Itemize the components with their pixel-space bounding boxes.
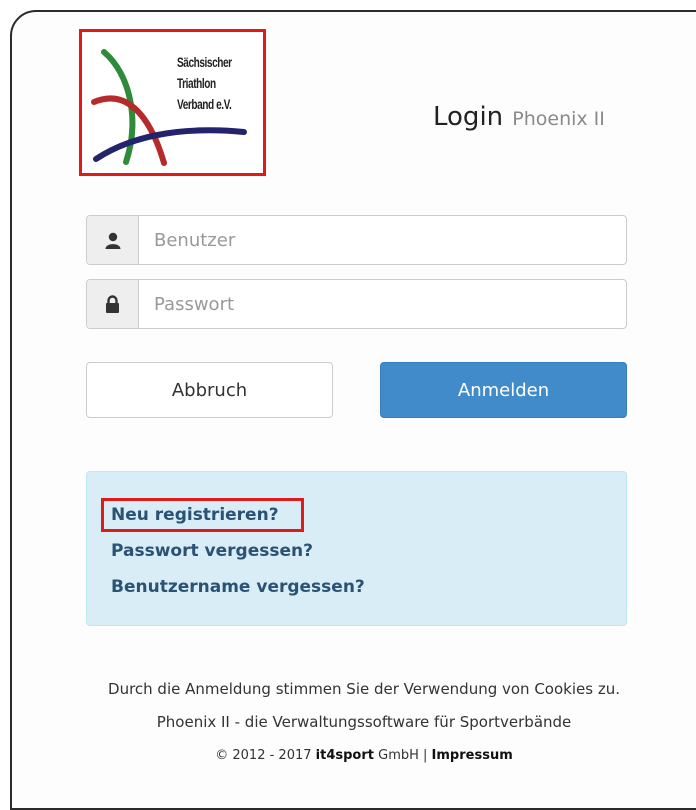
register-link[interactable]: Neu registrieren? [111, 505, 279, 525]
username-input[interactable] [139, 216, 626, 264]
logo-line-1: Sächsischer [177, 54, 232, 70]
cookie-notice: Durch die Anmeldung stimmen Sie der Verw… [108, 680, 620, 698]
cancel-button[interactable]: Abbruch [86, 362, 333, 418]
username-field-group [86, 215, 627, 265]
page-title: Login Phoenix II [433, 102, 605, 132]
login-button[interactable]: Anmelden [380, 362, 627, 418]
logo-line-3: Verband e.V. [177, 96, 232, 112]
impressum-link[interactable]: Impressum [432, 748, 513, 763]
forgot-username-link[interactable]: Benutzername vergessen? [111, 577, 365, 597]
brand-name: it4sport [315, 748, 374, 763]
logo-line-2: Triathlon [177, 75, 216, 91]
password-input[interactable] [139, 280, 626, 328]
user-icon [87, 216, 139, 264]
logo-text: Sächsischer Triathlon Verband e.V. [177, 52, 232, 115]
logo: Sächsischer Triathlon Verband e.V. [79, 29, 266, 176]
help-links-panel: Neu registrieren? Passwort vergessen? Be… [86, 471, 627, 626]
copyright-line: © 2012 - 2017 it4sport GmbH | Impressum [0, 748, 696, 763]
forgot-password-link[interactable]: Passwort vergessen? [111, 541, 313, 561]
login-title: Login [433, 102, 504, 132]
triathlon-logo-icon [91, 49, 247, 166]
password-field-group [86, 279, 627, 329]
lock-icon [87, 280, 139, 328]
company-suffix: GmbH | [378, 748, 428, 763]
tagline: Phoenix II - die Verwaltungssoftware für… [156, 713, 572, 731]
copyright-years: © 2012 - 2017 [215, 748, 312, 763]
login-subtitle: Phoenix II [512, 108, 605, 130]
